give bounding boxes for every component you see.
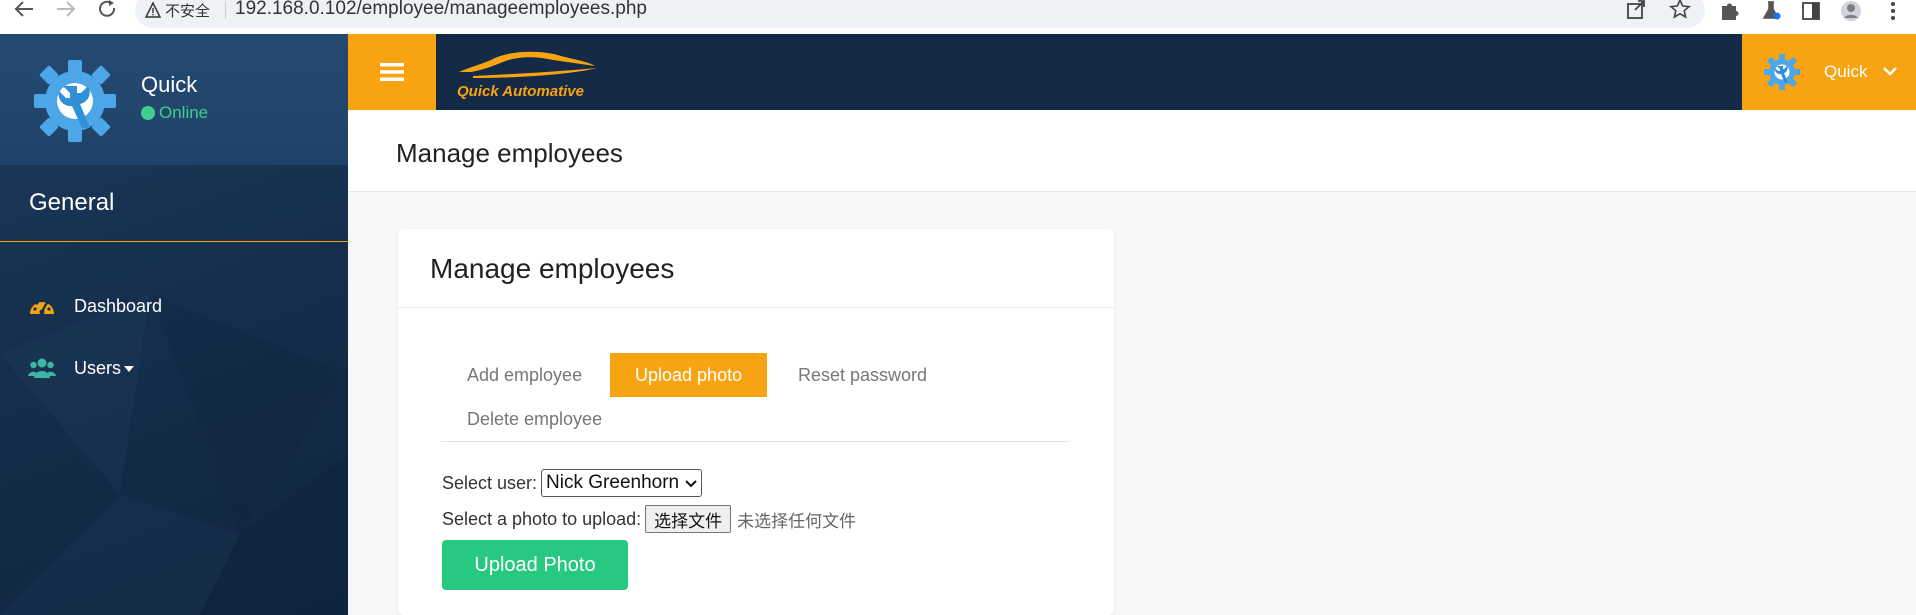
- url-text[interactable]: 192.168.0.102/employee/manageemployees.p…: [235, 0, 647, 20]
- section-title-general: General: [29, 189, 115, 216]
- selected-user: Nick Greenhorn: [546, 472, 680, 493]
- extensions-puzzle-icon[interactable]: [1718, 0, 1740, 22]
- tab-upload-photo[interactable]: Upload photo: [610, 353, 768, 397]
- gear-wrench-avatar-icon: [34, 60, 116, 142]
- upload-photo-button[interactable]: Upload Photo: [442, 540, 628, 590]
- sidebar-item-users[interactable]: Users: [28, 353, 135, 383]
- tab-add-employee[interactable]: Add employee: [442, 353, 607, 397]
- sidebar-item-label: Dashboard: [74, 295, 163, 316]
- chevron-down-icon: [685, 480, 697, 488]
- card-divider: [398, 307, 1114, 308]
- choose-file-button[interactable]: 选择文件: [645, 505, 732, 533]
- back-arrow-icon[interactable]: [10, 0, 38, 22]
- profile-name: Quick: [141, 72, 198, 97]
- forward-arrow-icon[interactable]: [52, 0, 80, 22]
- reload-icon[interactable]: [94, 0, 122, 22]
- tab-delete-employee[interactable]: Delete employee: [442, 397, 627, 441]
- dashboard-gauge-icon: [30, 298, 54, 315]
- chevron-down-icon: [1883, 67, 1897, 76]
- photo-upload-row: Select a photo to upload: 选择文件 未选择任何文件: [442, 505, 856, 533]
- section-divider: [0, 241, 348, 242]
- user-name: Quick: [1824, 62, 1868, 81]
- users-group-icon: [28, 358, 56, 378]
- sidebar-item-dashboard[interactable]: Dashboard: [28, 291, 162, 321]
- manage-employees-card: Manage employees Add employee Upload pho…: [398, 229, 1114, 615]
- security-chip[interactable]: 不安全: [145, 0, 210, 20]
- status-dot-icon: [141, 106, 155, 120]
- user-select[interactable]: Nick Greenhorn: [541, 469, 703, 497]
- tab-reset-password[interactable]: Reset password: [773, 353, 952, 397]
- car-logo-icon: Quick Automative: [457, 51, 597, 100]
- url-separator: [225, 1, 226, 19]
- user-menu-button[interactable]: Quick: [1742, 34, 1916, 110]
- address-bar[interactable]: 不安全 192.168.0.102/employee/manageemploye…: [135, 0, 1705, 28]
- warning-triangle-icon: [145, 2, 161, 18]
- sidebar-item-label: Users: [74, 358, 135, 379]
- brand-logo[interactable]: Quick Automative: [453, 46, 603, 100]
- tabs-divider: [441, 441, 1069, 442]
- select-user-label: Select user:: [442, 472, 538, 493]
- svg-text:Quick Automative: Quick Automative: [457, 83, 584, 100]
- browser-toolbar: 不安全 192.168.0.102/employee/manageemploye…: [0, 0, 1916, 34]
- sidebar: Quick Online General Dashboard Users: [0, 34, 348, 615]
- status-text: Online: [159, 103, 209, 122]
- file-status: 未选择任何文件: [737, 511, 857, 531]
- profile-avatar-icon[interactable]: [1840, 0, 1862, 22]
- profile-panel: Quick Online: [0, 34, 348, 165]
- page-title: Manage employees: [396, 138, 623, 168]
- more-vertical-icon[interactable]: [1882, 0, 1904, 22]
- side-panel-icon[interactable]: [1800, 0, 1822, 22]
- page-header: Manage employees: [348, 110, 1916, 192]
- hamburger-icon: [380, 63, 404, 81]
- online-status: Online: [141, 103, 208, 123]
- user-gear-avatar-icon: [1764, 54, 1800, 90]
- top-header: Quick Automative Quick: [348, 34, 1916, 110]
- menu-toggle-button[interactable]: [348, 34, 436, 110]
- select-user-row: Select user: Nick Greenhorn: [442, 469, 703, 497]
- photo-label: Select a photo to upload:: [442, 508, 642, 529]
- star-icon[interactable]: [1669, 0, 1691, 20]
- security-label: 不安全: [165, 2, 211, 20]
- lab-flask-icon[interactable]: [1760, 0, 1782, 22]
- caret-down-icon: [124, 365, 135, 372]
- card-title: Manage employees: [430, 253, 675, 284]
- share-icon[interactable]: [1625, 0, 1647, 20]
